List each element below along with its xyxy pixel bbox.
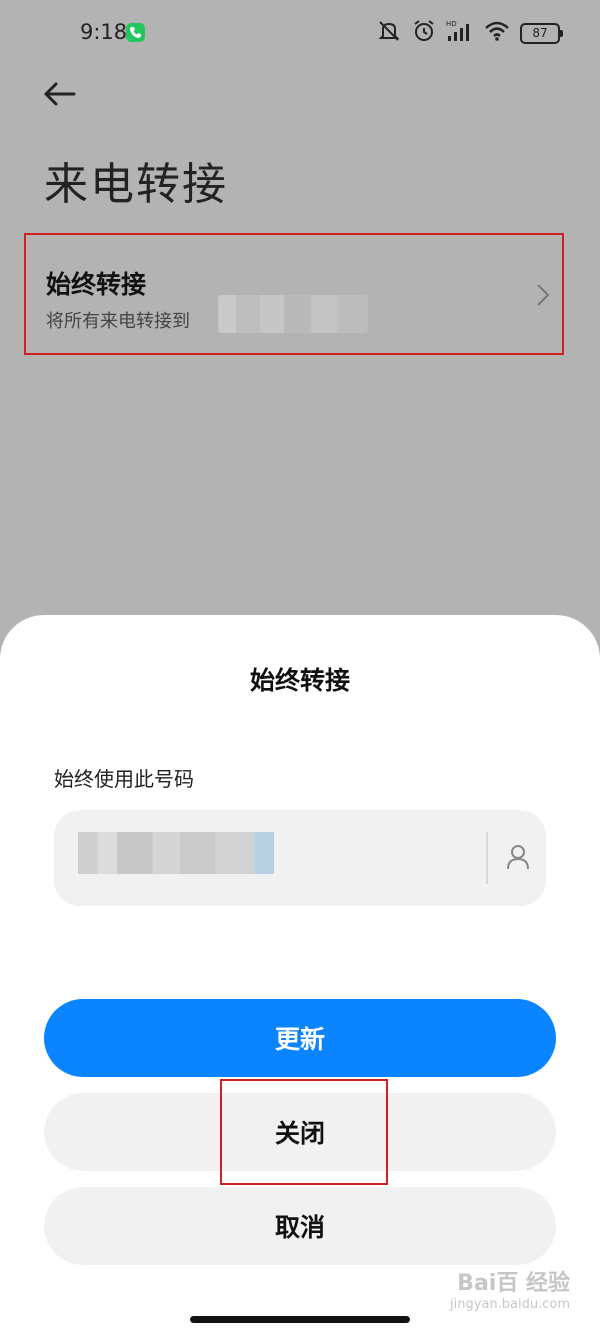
contact-person-icon[interactable]	[506, 844, 530, 874]
watermark-brand: Bai百 经验	[457, 1271, 570, 1296]
status-bar: 9:18 HD 87	[0, 0, 600, 68]
hd-signal-icon: HD	[446, 19, 474, 47]
watermark-url: jingyan.baidu.com	[450, 1297, 570, 1312]
always-forward-setting-row[interactable]: 始终转接 将所有来电转接到	[24, 233, 564, 355]
close-forwarding-button[interactable]: 关闭	[44, 1093, 556, 1171]
mute-icon	[376, 19, 402, 47]
phone-number-input[interactable]	[54, 810, 546, 906]
svg-text:HD: HD	[446, 20, 457, 28]
status-time: 9:18	[80, 20, 128, 44]
chevron-right-icon	[536, 283, 550, 311]
alarm-icon	[412, 19, 436, 47]
baidu-watermark: Bai百 经验 jingyan.baidu.com	[450, 1265, 570, 1312]
wifi-icon	[484, 20, 510, 46]
page-title: 来电转接	[44, 159, 228, 210]
dialog-title: 始终转接	[249, 666, 350, 695]
phone-call-icon	[126, 23, 145, 42]
home-indicator[interactable]	[190, 1316, 410, 1323]
forwarding-dialog: 始终转接 始终使用此号码 更新 关闭 取消 Bai百 经验 jingyan.ba…	[0, 615, 600, 1333]
redacted-input-value	[78, 832, 274, 874]
battery-icon: 87	[520, 22, 563, 44]
update-button[interactable]: 更新	[44, 999, 556, 1077]
input-divider	[486, 832, 488, 884]
redacted-phone-number	[218, 295, 368, 333]
back-arrow-icon[interactable]	[40, 76, 80, 112]
field-label: 始终使用此号码	[54, 767, 194, 791]
setting-subtitle: 将所有来电转接到	[46, 311, 190, 332]
cancel-button[interactable]: 取消	[44, 1187, 556, 1265]
setting-title: 始终转接	[46, 270, 147, 299]
